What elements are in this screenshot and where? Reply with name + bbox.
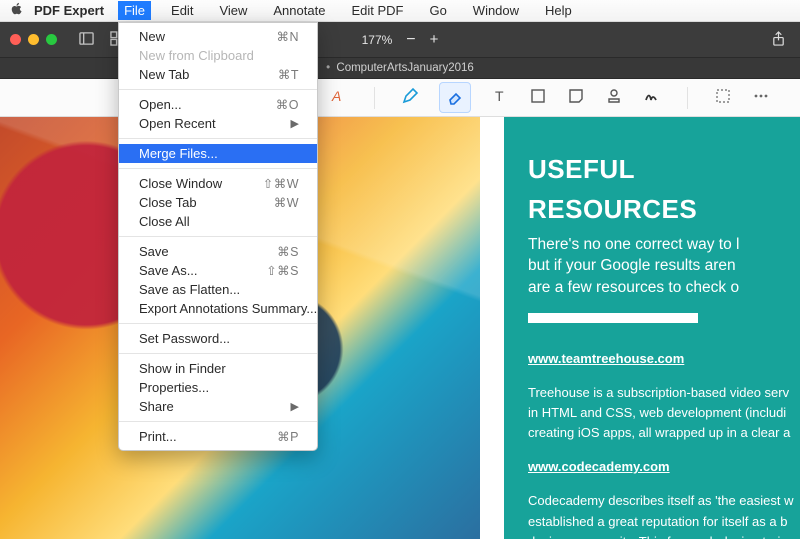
menu-divider (119, 323, 317, 324)
menu-window[interactable]: Window (467, 1, 525, 20)
toolbar-separator (687, 87, 688, 109)
sidebar-toggle-icon[interactable] (79, 31, 94, 49)
link-treehouse[interactable]: www.teamtreehouse.com (528, 351, 684, 366)
svg-text:A: A (331, 88, 341, 104)
submenu-arrow-icon: ▶ (291, 117, 299, 130)
menu-file[interactable]: File (118, 1, 151, 20)
zoom-in-button[interactable]: + (430, 31, 439, 48)
close-window-button[interactable] (10, 34, 21, 45)
file-menu-item[interactable]: Close All (119, 212, 317, 231)
menu-divider (119, 168, 317, 169)
file-menu-item[interactable]: Save as Flatten... (119, 280, 317, 299)
link-codecademy[interactable]: www.codecademy.com (528, 459, 670, 474)
file-menu-item[interactable]: Export Annotations Summary... (119, 299, 317, 318)
zoom-out-button[interactable]: − (406, 31, 415, 49)
file-menu-item[interactable]: Set Password... (119, 329, 317, 348)
share-icon[interactable] (771, 31, 786, 49)
file-menu-item[interactable]: Print...⌘P (119, 427, 317, 446)
file-menu-item[interactable]: Close Window⇧⌘W (119, 174, 317, 193)
text-tool-icon[interactable]: T (491, 87, 509, 108)
file-menu-item[interactable]: Share▶ (119, 397, 317, 416)
signature-icon[interactable] (643, 87, 661, 108)
menu-edit[interactable]: Edit (165, 1, 199, 20)
file-menu-dropdown: New⌘NNew from ClipboardNew Tab⌘T Open...⌘… (118, 22, 318, 451)
menu-divider (119, 421, 317, 422)
eraser-icon[interactable] (439, 82, 471, 113)
file-menu-item[interactable]: Open...⌘O (119, 95, 317, 114)
heading: USEFUL RESOURCES (528, 149, 800, 230)
paragraph-treehouse: Treehouse is a subscription-based video … (528, 383, 800, 443)
page-gap (480, 117, 504, 539)
menu-divider (119, 89, 317, 90)
select-icon[interactable] (714, 87, 732, 108)
zoom-control: 177% − + (362, 31, 439, 49)
menu-annotate[interactable]: Annotate (267, 1, 331, 20)
menu-view[interactable]: View (213, 1, 253, 20)
menu-go[interactable]: Go (423, 1, 452, 20)
more-tools-icon[interactable] (752, 87, 770, 108)
file-menu-item[interactable]: Close Tab⌘W (119, 193, 317, 212)
text-style-icon[interactable]: A (330, 87, 348, 108)
document-tab[interactable]: • ComputerArtsJanuary2016 (320, 62, 480, 74)
submenu-arrow-icon: ▶ (291, 400, 299, 413)
file-menu-item[interactable]: New Tab⌘T (119, 65, 317, 84)
menu-divider (119, 236, 317, 237)
menu-divider (119, 353, 317, 354)
pen-icon[interactable] (401, 87, 419, 108)
zoom-level[interactable]: 177% (362, 33, 393, 47)
paragraph-codecademy: Codecademy describes itself as 'the easi… (528, 491, 800, 539)
fullscreen-window-button[interactable] (46, 34, 57, 45)
file-menu-item[interactable]: Merge Files... (119, 144, 317, 163)
divider-bar (528, 313, 698, 323)
file-menu-item[interactable]: Open Recent▶ (119, 114, 317, 133)
file-menu-item[interactable]: Save⌘S (119, 242, 317, 261)
document-tab-title: ComputerArtsJanuary2016 (336, 62, 473, 74)
file-menu-item[interactable]: Properties... (119, 378, 317, 397)
apple-icon[interactable] (10, 2, 24, 19)
file-menu-item[interactable]: Show in Finder (119, 359, 317, 378)
note-icon[interactable] (567, 87, 585, 108)
shape-icon[interactable] (529, 87, 547, 108)
pdf-page-right: USEFUL RESOURCES There's no one correct … (504, 117, 800, 539)
svg-text:T: T (495, 88, 504, 104)
toolbar-separator (374, 87, 375, 109)
modified-indicator-icon: • (326, 62, 330, 74)
file-menu-item[interactable]: New⌘N (119, 27, 317, 46)
system-menubar: PDF Expert File Edit View Annotate Edit … (0, 0, 800, 22)
file-menu-item[interactable]: Save As...⇧⌘S (119, 261, 317, 280)
window-controls (10, 34, 57, 45)
file-menu-item: New from Clipboard (119, 46, 317, 65)
menu-divider (119, 138, 317, 139)
menu-edit-pdf[interactable]: Edit PDF (345, 1, 409, 20)
app-name[interactable]: PDF Expert (34, 3, 104, 18)
stamp-icon[interactable] (605, 87, 623, 108)
minimize-window-button[interactable] (28, 34, 39, 45)
menu-help[interactable]: Help (539, 1, 578, 20)
lead-text: There's no one correct way to l but if y… (528, 234, 800, 299)
